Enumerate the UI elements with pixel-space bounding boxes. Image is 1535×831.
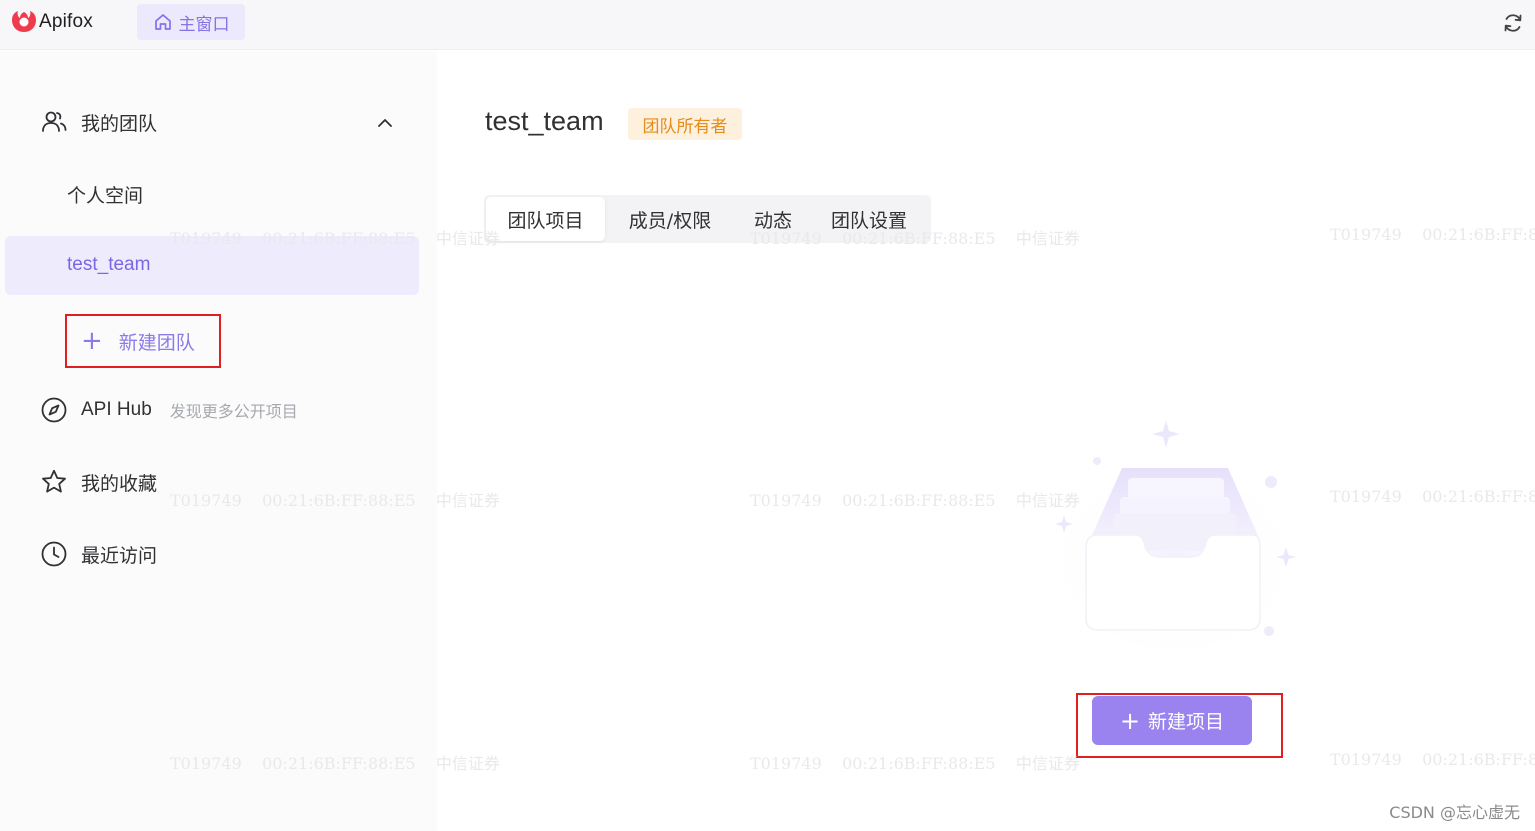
tab-team-settings[interactable]: 团队设置 (811, 197, 927, 241)
compass-icon (39, 395, 69, 425)
sidebar-item-personal-space[interactable]: 个人空间 (67, 181, 143, 208)
selected-team-label: test_team (67, 254, 151, 275)
plus-icon: + (1119, 706, 1141, 735)
my-teams-label: 我的团队 (81, 112, 158, 135)
home-tab[interactable]: 主窗口 (137, 4, 245, 40)
credit-text: CSDN @忘心虚无 (1389, 803, 1520, 822)
refresh-button[interactable] (1501, 11, 1525, 35)
top-bar: Apifox 主窗口 (0, 0, 1535, 50)
home-tab-label: 主窗口 (178, 14, 230, 35)
refresh-icon (1504, 14, 1522, 32)
team-icon (39, 107, 69, 137)
tab-activity[interactable]: 动态 (735, 197, 811, 241)
tab-members-permissions[interactable]: 成员/权限 (605, 197, 735, 241)
sidebar-item-favorites[interactable]: 我的收藏 (39, 467, 157, 497)
new-project-button[interactable]: + 新建项目 (1092, 696, 1252, 745)
page-title: test_team (485, 106, 604, 136)
empty-state-illustration (1043, 420, 1303, 655)
tab-team-projects[interactable]: 团队项目 (486, 197, 605, 241)
role-badge: 团队所有者 (628, 108, 742, 140)
sidebar-item-my-teams[interactable]: 我的团队 (39, 107, 157, 137)
new-team-label: 新建团队 (118, 331, 195, 354)
favorites-label: 我的收藏 (81, 472, 158, 495)
api-hub-subtitle: 发现更多公开项目 (169, 402, 298, 421)
watermark: T019749 00:21:6B:FF:88:E5 中信证券 (750, 491, 1080, 510)
watermark: T019749 00:21:6B:FF:88:E5 (1330, 225, 1535, 244)
new-project-highlight: + 新建项目 (1076, 693, 1283, 758)
app-logo[interactable]: Apifox (10, 7, 93, 37)
logo-text: Apifox (39, 11, 94, 32)
new-team-button[interactable]: + 新建团队 (65, 314, 221, 368)
star-icon (39, 467, 69, 497)
api-hub-label: API Hub (81, 399, 152, 420)
watermark: T019749 00:21:6B:FF:88:E5 (1330, 750, 1535, 769)
watermark: T019749 00:21:6B:FF:88:E5 中信证券 (750, 754, 1080, 773)
sidebar-item-api-hub[interactable]: API Hub 发现更多公开项目 (39, 395, 298, 425)
watermark: T019749 00:21:6B:FF:88:E5 (1330, 487, 1535, 506)
apifox-logo-icon (12, 11, 36, 32)
chevron-up-icon (378, 119, 392, 127)
clock-icon (39, 539, 69, 569)
plus-icon: + (81, 326, 103, 356)
team-tabs: 团队项目 成员/权限 动态 团队设置 (484, 195, 931, 243)
sidebar-item-test-team[interactable]: test_team (5, 236, 419, 295)
new-project-label: 新建项目 (1148, 711, 1225, 733)
home-icon (154, 14, 171, 30)
recent-label: 最近访问 (81, 544, 158, 567)
sidebar-item-recent[interactable]: 最近访问 (39, 539, 157, 569)
collapse-teams-button[interactable] (372, 112, 398, 134)
personal-space-label: 个人空间 (67, 185, 144, 207)
sidebar (0, 51, 437, 831)
